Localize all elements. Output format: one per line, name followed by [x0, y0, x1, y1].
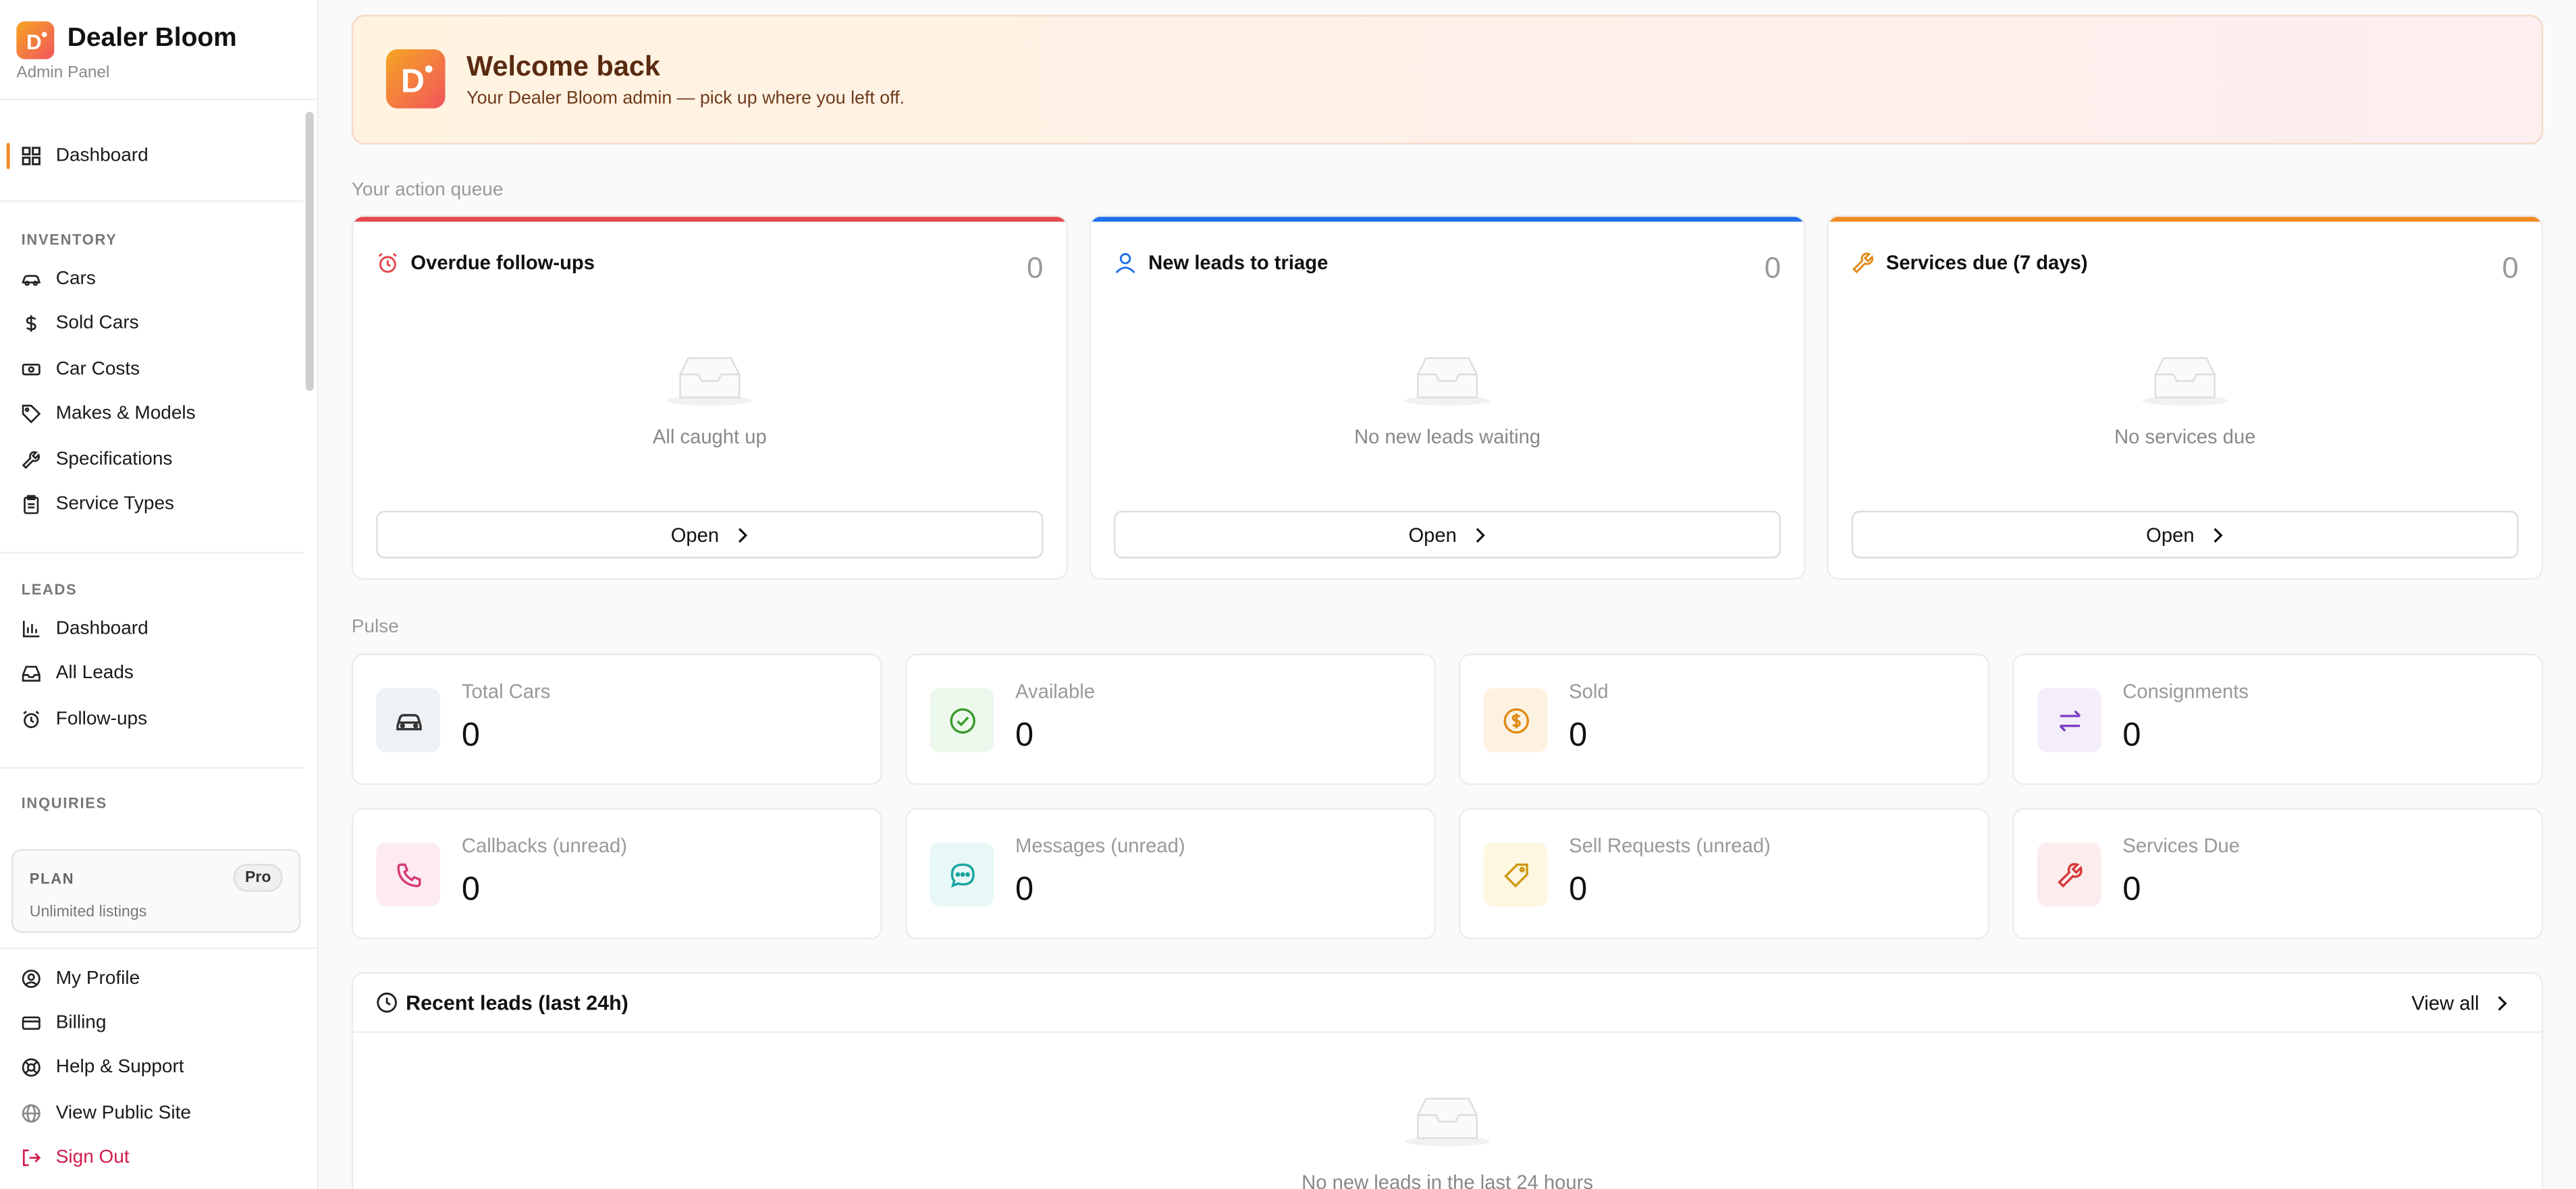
card-title: New leads to triage: [1148, 251, 1329, 275]
phone-icon: [376, 842, 441, 907]
recent-leads-header: Recent leads (last 24h) View all: [353, 974, 2542, 1033]
swap-icon: [2037, 688, 2101, 752]
stat-available[interactable]: Available 0: [905, 653, 1437, 785]
empty-tray-icon: [1404, 1092, 1491, 1148]
empty-tray-icon: [1404, 352, 1491, 408]
stat-value: 0: [461, 872, 480, 908]
open-button[interactable]: Open: [1851, 510, 2519, 559]
stat-label: Sold: [1569, 680, 1609, 703]
queue-card-overdue-follow-ups: Overdue follow-ups 0 All caught up Open: [351, 215, 1068, 580]
chevron-right-icon: [2211, 526, 2224, 543]
check-circle-icon: [930, 688, 994, 752]
empty-tray-icon: [2142, 352, 2228, 408]
stat-sell-requests[interactable]: Sell Requests (unread) 0: [1459, 808, 1990, 940]
brand-logo: D: [385, 49, 446, 109]
card-accent-bar: [1828, 217, 2542, 222]
stat-total-cars[interactable]: Total Cars 0: [351, 653, 882, 785]
wrench-icon: [1852, 251, 1875, 274]
chevron-right-icon: [735, 526, 748, 543]
card-count: 0: [1027, 251, 1044, 285]
wrench-icon: [2037, 842, 2101, 907]
welcome-subtitle: Your Dealer Bloom admin — pick up where …: [466, 88, 905, 109]
pulse-label: Pulse: [351, 617, 399, 638]
stat-value: 0: [2122, 872, 2141, 908]
stat-label: Messages (unread): [1015, 834, 1185, 858]
button-label: Open: [2146, 523, 2195, 547]
stat-sold[interactable]: Sold 0: [1459, 653, 1990, 785]
tag-icon: [1483, 842, 1548, 907]
stat-value: 0: [1569, 872, 1588, 908]
queue-card-services-due: Services due (7 days) 0 No services due …: [1827, 215, 2544, 580]
main-content: D Welcome back Your Dealer Bloom admin —…: [0, 0, 2576, 1189]
card-accent-bar: [1090, 217, 1804, 222]
stat-label: Available: [1015, 680, 1096, 703]
stat-label: Total Cars: [461, 680, 551, 703]
svg-text:D: D: [401, 63, 425, 96]
button-label: Open: [670, 523, 720, 547]
stat-label: Callbacks (unread): [461, 834, 627, 858]
recent-leads-title: Recent leads (last 24h): [406, 991, 628, 1016]
empty-tray-icon: [667, 352, 753, 408]
card-accent-bar: [353, 217, 1067, 222]
empty-state-text: No services due: [2114, 425, 2256, 449]
recent-leads-panel: Recent leads (last 24h) View all No new …: [351, 972, 2544, 1189]
stat-callbacks[interactable]: Callbacks (unread) 0: [351, 808, 882, 940]
stat-label: Sell Requests (unread): [1569, 834, 1771, 858]
welcome-banner: D Welcome back Your Dealer Bloom admin —…: [351, 14, 2544, 145]
view-all-label: View all: [2411, 991, 2479, 1016]
empty-state-text: No new leads in the last 24 hours: [1302, 1171, 1594, 1189]
stat-value: 0: [2122, 717, 2141, 754]
user-icon: [1114, 251, 1137, 274]
message-icon: [930, 842, 994, 907]
dollar-circle-icon: [1483, 688, 1548, 752]
alarm-icon: [376, 251, 399, 274]
card-title: Overdue follow-ups: [410, 251, 595, 275]
empty-state-text: No new leads waiting: [1354, 425, 1541, 449]
stat-consignments[interactable]: Consignments 0: [2012, 653, 2544, 785]
empty-state-text: All caught up: [652, 425, 767, 449]
open-button[interactable]: Open: [1114, 510, 1781, 559]
action-queue-label: Your action queue: [351, 180, 504, 200]
stat-value: 0: [1015, 717, 1034, 754]
open-button[interactable]: Open: [376, 510, 1044, 559]
stat-messages[interactable]: Messages (unread) 0: [905, 808, 1437, 940]
card-title: Services due (7 days): [1885, 251, 2088, 275]
stat-label: Consignments: [2122, 680, 2249, 703]
clock-icon: [376, 992, 398, 1014]
chevron-right-icon: [2496, 995, 2508, 1012]
stat-value: 0: [1569, 717, 1588, 754]
card-count: 0: [2502, 251, 2519, 285]
car-icon: [376, 688, 441, 752]
queue-card-new-leads: New leads to triage 0 No new leads waiti…: [1089, 215, 1806, 580]
stat-value: 0: [1015, 872, 1034, 908]
button-label: Open: [1408, 523, 1457, 547]
welcome-title: Welcome back: [466, 51, 660, 82]
view-all-link[interactable]: View all: [2411, 992, 2508, 1015]
stat-services-due[interactable]: Services Due 0: [2012, 808, 2544, 940]
stat-value: 0: [461, 717, 480, 754]
chevron-right-icon: [1473, 526, 1486, 543]
stat-label: Services Due: [2122, 834, 2240, 858]
card-count: 0: [1764, 251, 1781, 285]
